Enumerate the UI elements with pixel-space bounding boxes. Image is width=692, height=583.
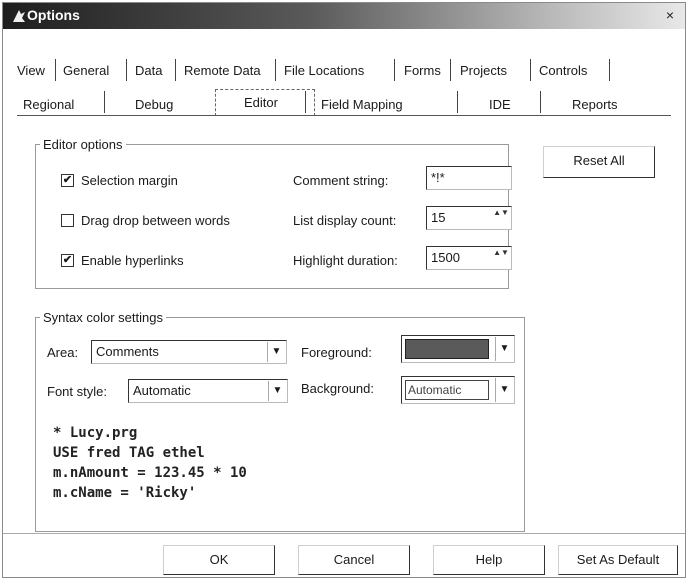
list-display-count-spinner[interactable]: 15 ▲▼ [426, 206, 512, 230]
area-label: Area: [47, 345, 79, 360]
tab-editor-label: Editor [244, 95, 278, 110]
spin-arrows-icon[interactable]: ▲▼ [493, 249, 509, 267]
syntax-color-legend: Syntax color settings [43, 310, 163, 325]
close-icon[interactable]: × [661, 7, 679, 24]
dropdown-arrow-icon: ▼ [495, 378, 513, 402]
ok-button[interactable]: OK [163, 545, 275, 575]
dropdown-arrow-icon: ▼ [267, 342, 285, 362]
drag-drop-checkbox[interactable]: Drag drop between words [61, 213, 230, 228]
tab-controls[interactable]: Controls [539, 63, 587, 78]
area-select[interactable]: Comments ▼ [91, 340, 287, 364]
syntax-preview: * Lucy.prg USE fred TAG ethel m.nAmount … [53, 423, 247, 503]
window-title: Options [27, 7, 80, 23]
tab-remote-data[interactable]: Remote Data [184, 63, 261, 78]
hyperlinks-checkbox[interactable]: ✔ Enable hyperlinks [61, 253, 184, 268]
list-display-count-label: List display count: [293, 213, 397, 228]
options-dialog: Options × View General Data Remote Data … [2, 2, 686, 578]
font-style-select[interactable]: Automatic ▼ [128, 379, 288, 403]
set-as-default-button[interactable]: Set As Default [558, 545, 678, 575]
tab-field-mapping[interactable]: Field Mapping [321, 97, 403, 112]
help-button[interactable]: Help [433, 545, 545, 575]
tab-projects[interactable]: Projects [460, 63, 507, 78]
dropdown-arrow-icon: ▼ [268, 381, 286, 401]
tab-view[interactable]: View [17, 63, 45, 78]
comment-string-label: Comment string: [293, 173, 389, 188]
check-icon: ✔ [61, 254, 74, 267]
preview-line: * Lucy.prg [53, 425, 138, 441]
tab-editor-active[interactable]: Editor [215, 89, 315, 116]
foreground-color-select[interactable]: ▼ [401, 335, 515, 363]
app-icon [13, 10, 25, 22]
foreground-label: Foreground: [301, 345, 372, 360]
tab-data[interactable]: Data [135, 63, 162, 78]
highlight-duration-spinner[interactable]: 1500 ▲▼ [426, 246, 512, 270]
selection-margin-checkbox[interactable]: ✔ Selection margin [61, 173, 178, 188]
title-bar: Options × [3, 3, 685, 29]
tab-ide[interactable]: IDE [489, 97, 511, 112]
tab-debug[interactable]: Debug [135, 97, 173, 112]
reset-all-button[interactable]: Reset All [543, 146, 655, 178]
background-color-swatch: Automatic [405, 380, 489, 400]
spin-arrows-icon[interactable]: ▲▼ [493, 209, 509, 227]
cancel-button[interactable]: Cancel [298, 545, 410, 575]
preview-line: m.cName = 'Ricky' [53, 485, 197, 501]
background-label: Background: [301, 381, 374, 396]
preview-line: m.nAmount = 123.45 * 10 [53, 465, 247, 481]
font-style-label: Font style: [47, 384, 107, 399]
dropdown-arrow-icon: ▼ [495, 337, 513, 361]
background-color-select[interactable]: Automatic ▼ [401, 376, 515, 404]
editor-options-legend: Editor options [43, 137, 123, 152]
tab-general[interactable]: General [63, 63, 109, 78]
preview-line: USE fred TAG ethel [53, 445, 205, 461]
tab-reports[interactable]: Reports [572, 97, 618, 112]
tab-regional[interactable]: Regional [23, 97, 74, 112]
highlight-duration-label: Highlight duration: [293, 253, 398, 268]
check-icon: ✔ [61, 174, 74, 187]
tab-file-locations[interactable]: File Locations [284, 63, 364, 78]
foreground-color-swatch [405, 339, 489, 359]
comment-string-input[interactable]: *!* [426, 166, 512, 190]
tab-forms[interactable]: Forms [404, 63, 441, 78]
